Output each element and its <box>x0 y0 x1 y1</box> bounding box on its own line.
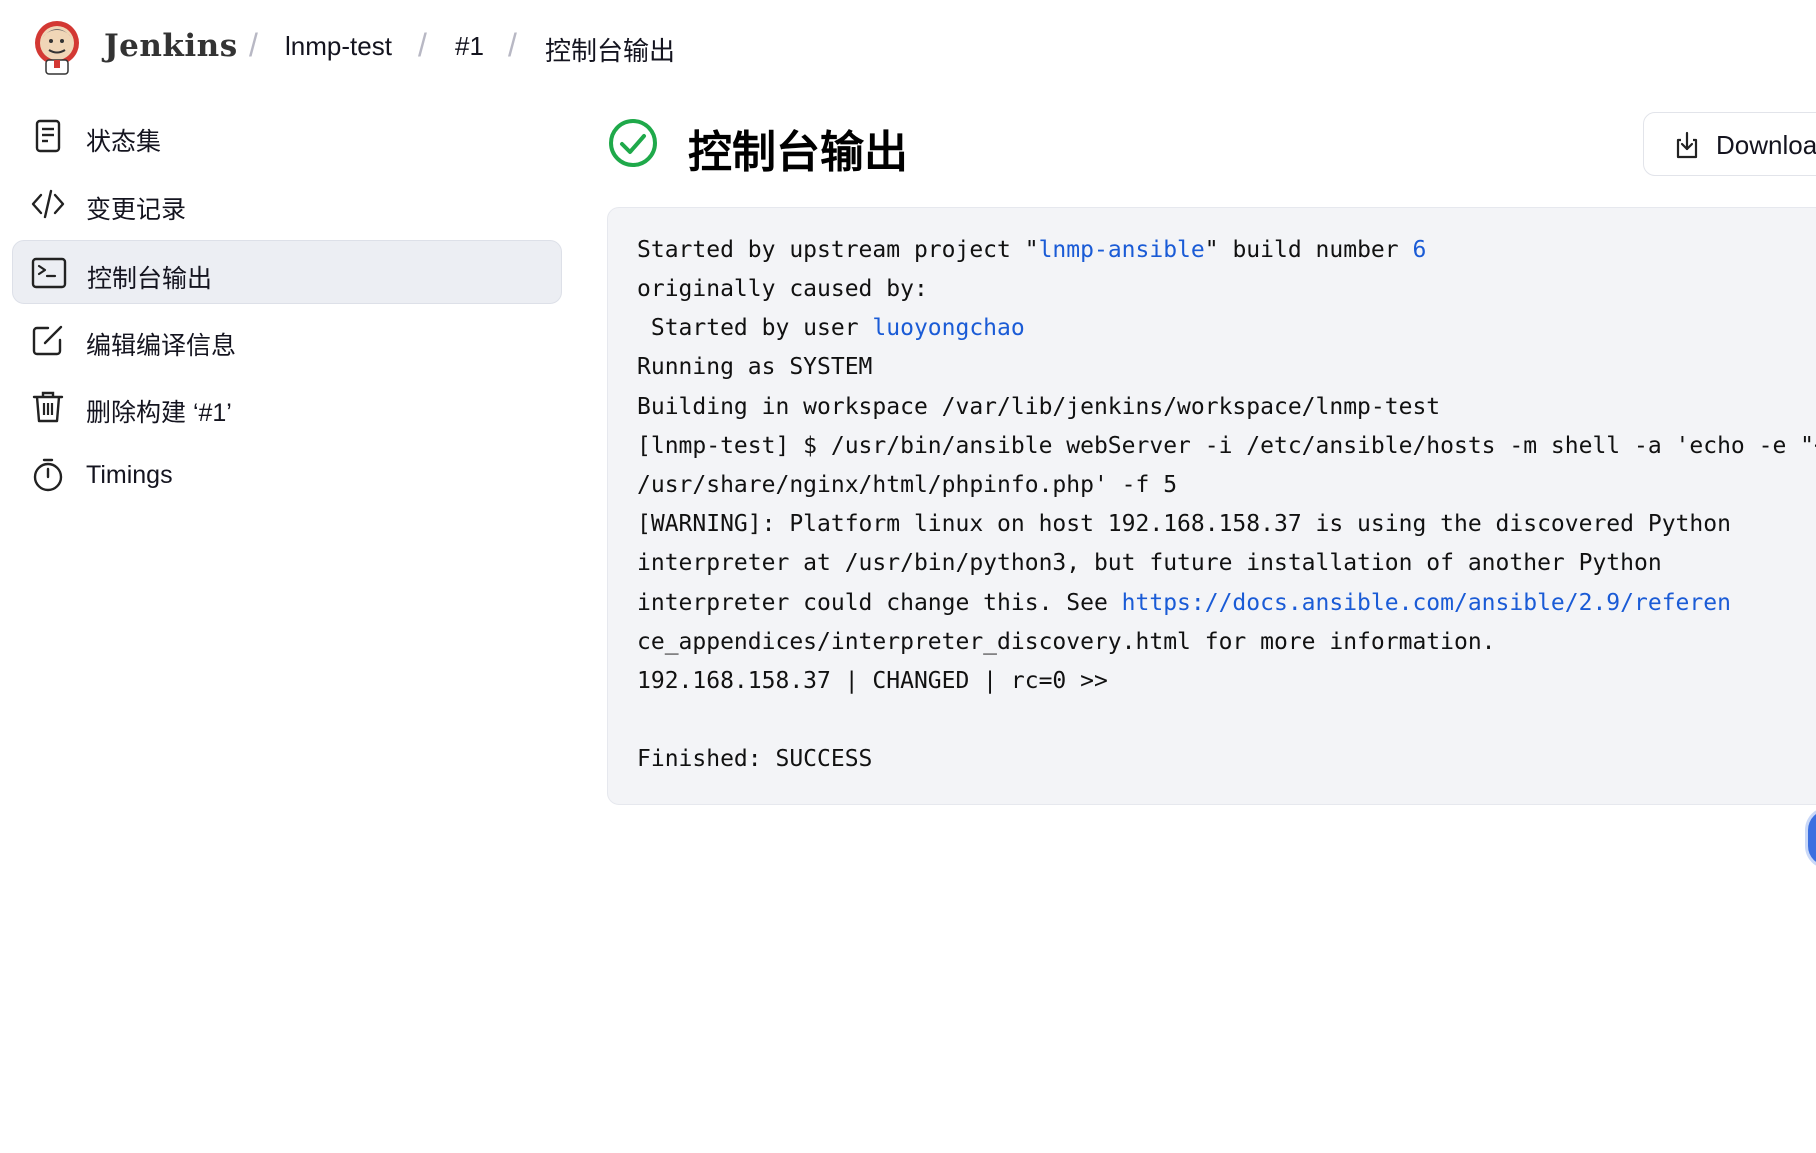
download-label: Downloa <box>1716 130 1816 160</box>
trash-icon <box>32 391 64 423</box>
console-line: interpreter at /usr/bin/python3, but fut… <box>637 550 1662 576</box>
code-icon <box>31 189 65 219</box>
console-line: /usr/share/nginx/html/phpinfo.php' -f 5 <box>637 472 1178 498</box>
download-icon <box>1676 131 1698 159</box>
sidebar-item-changes[interactable]: 变更记录 <box>12 172 562 236</box>
console-line: originally caused by: <box>637 276 928 302</box>
user-link[interactable]: luoyongchao <box>872 315 1024 341</box>
sidebar-item-delete-build[interactable]: 删除构建 ‘#1’ <box>12 375 562 439</box>
sidebar-item-label: 编辑编译信息 <box>86 332 237 360</box>
breadcrumb-build[interactable]: #1 <box>455 31 484 62</box>
sidebar-item-label: 状态集 <box>86 128 162 156</box>
upstream-project-link[interactable]: lnmp-ansible <box>1039 237 1205 263</box>
console-output[interactable]: Started by upstream project "lnmp-ansibl… <box>607 207 1816 805</box>
console-line: [lnmp-test] $ /usr/bin/ansible webServer… <box>637 433 1816 459</box>
sidebar-item-status[interactable]: 状态集 <box>12 104 562 168</box>
sidebar-item-console-output[interactable]: 控制台输出 <box>12 240 562 304</box>
sidebar-item-edit-build-info[interactable]: 编辑编译信息 <box>12 308 562 372</box>
edit-icon <box>32 325 63 356</box>
success-check-icon <box>609 119 657 167</box>
console-line: ce_appendices/interpreter_discovery.html… <box>637 629 1496 655</box>
ansible-docs-link[interactable]: https://docs.ansible.com/ansible/2.9/ref… <box>1122 590 1731 616</box>
console-line: [WARNING]: Platform linux on host 192.16… <box>637 511 1731 537</box>
sidebar-item-label: 变更记录 <box>86 196 187 224</box>
console-line: interpreter could change this. See https… <box>637 590 1731 616</box>
console-line: Finished: SUCCESS <box>637 746 873 772</box>
jenkins-brand[interactable]: Jenkins <box>104 28 238 64</box>
page-title: 控制台输出 <box>688 128 908 177</box>
sidebar-item-label: Timings <box>86 461 173 489</box>
breadcrumb-job[interactable]: lnmp-test <box>285 31 392 62</box>
download-button[interactable]: Downloa <box>1643 112 1816 176</box>
console-line: Building in workspace /var/lib/jenkins/w… <box>637 394 1441 420</box>
jenkins-logo-icon[interactable] <box>30 16 84 78</box>
console-line: 192.168.158.37 | CHANGED | rc=0 >> <box>637 668 1108 694</box>
document-icon <box>35 119 61 153</box>
sidebar-item-label: 删除构建 ‘#1’ <box>86 399 232 427</box>
breadcrumb-current[interactable]: 控制台输出 <box>545 31 675 68</box>
sidebar-item-label: 控制台输出 <box>87 265 213 293</box>
breadcrumb-separator: / <box>508 27 517 63</box>
sidebar-item-timings[interactable]: Timings <box>12 443 562 507</box>
breadcrumb-separator: / <box>418 27 427 63</box>
top-header: Jenkins / lnmp-test / #1 / 控制台输出 <box>0 0 1816 96</box>
upstream-build-link[interactable]: 6 <box>1412 237 1426 263</box>
floating-action-button[interactable] <box>1808 810 1816 866</box>
breadcrumb-separator: / <box>249 27 258 63</box>
terminal-icon <box>31 257 67 289</box>
console-line: Running as SYSTEM <box>637 354 873 380</box>
console-line: Started by user luoyongchao <box>637 315 1025 341</box>
stopwatch-icon <box>33 458 63 492</box>
console-line: Started by upstream project "lnmp-ansibl… <box>637 237 1427 263</box>
